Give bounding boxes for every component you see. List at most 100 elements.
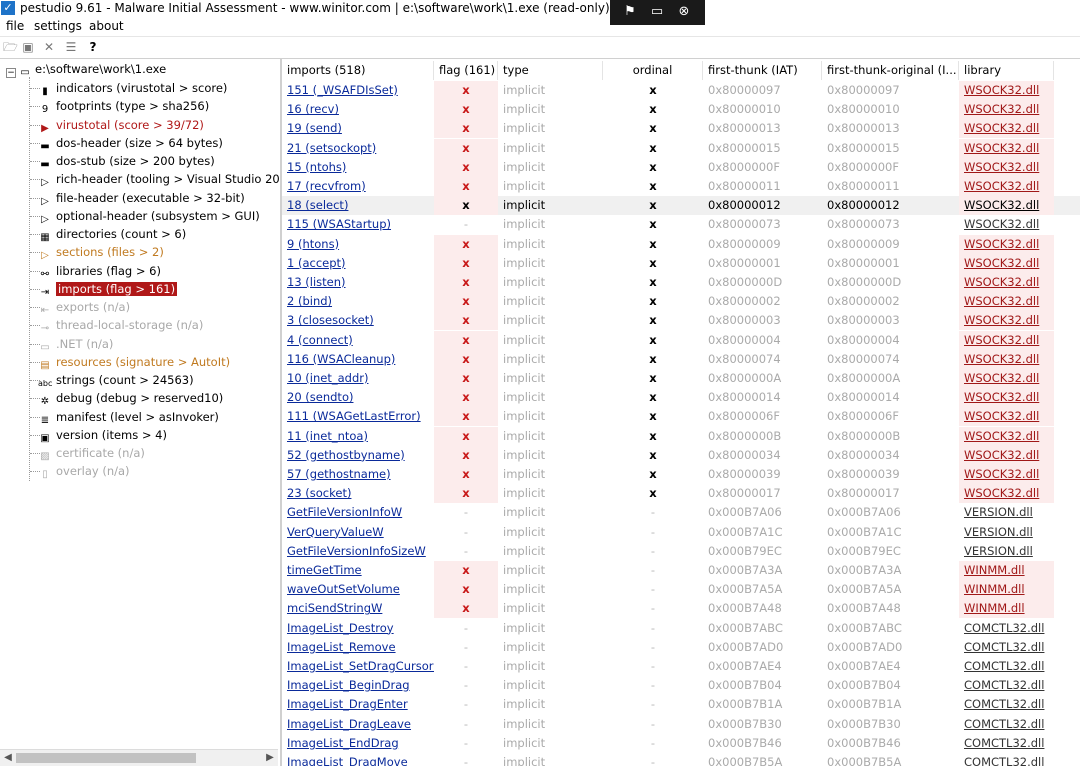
library-link[interactable]: WSOCK32.dll	[959, 81, 1054, 100]
table-row[interactable]: 151 (_WSAFDIsSet) x implicit x 0x80000097 0x8…	[282, 81, 1080, 100]
table-row[interactable]: VerQueryValueW - implicit - 0x000B7A1C 0x000B…	[282, 523, 1080, 542]
import-name-link[interactable]: 9 (htons)	[282, 235, 434, 254]
import-name-link[interactable]: 57 (gethostname)	[282, 465, 434, 484]
tree-item[interactable]: ▦ directories (count > 6)	[38, 225, 186, 243]
table-row[interactable]: GetFileVersionInfoW - implicit - 0x000B7A06 0…	[282, 503, 1080, 522]
table-row[interactable]: 9 (htons) x implicit x 0x80000009 0x80000009 W…	[282, 234, 1080, 254]
library-link[interactable]: VERSION.dll	[959, 503, 1054, 522]
tree-item[interactable]: ▣ version (items > 4)	[38, 426, 167, 444]
tree-item[interactable]: ✲ debug (debug > reserved10)	[38, 389, 223, 407]
header-first-thunk[interactable]: first-thunk (IAT)	[703, 61, 822, 80]
import-name-link[interactable]: 19 (send)	[282, 119, 434, 138]
table-row[interactable]: ImageList_DragLeave - implicit - 0x000B7B30 0…	[282, 715, 1080, 734]
tree-item[interactable]: 9 footprints (type > sha256)	[38, 97, 209, 115]
tree-item[interactable]: ▶ virustotal (score > 39/72)	[38, 116, 204, 134]
open-folder-icon[interactable]: 🗁	[3, 40, 18, 54]
table-row[interactable]: 111 (WSAGetLastError) x implicit x 0x8000006…	[282, 407, 1080, 427]
import-name-link[interactable]: ImageList_SetDragCursorI...	[282, 657, 434, 676]
library-link[interactable]: VERSION.dll	[959, 542, 1054, 561]
import-name-link[interactable]: 11 (inet_ntoa)	[282, 427, 434, 446]
library-link[interactable]: WSOCK32.dll	[959, 119, 1054, 139]
tree-item[interactable]: ▮ indicators (virustotal > score)	[38, 79, 227, 97]
import-name-link[interactable]: ImageList_DragMove	[282, 753, 434, 766]
table-row[interactable]: GetFileVersionInfoSizeW - implicit - 0x000B7…	[282, 542, 1080, 561]
library-link[interactable]: WSOCK32.dll	[959, 388, 1054, 408]
table-row[interactable]: 10 (inet_addr) x implicit x 0x8000000A 0x8000…	[282, 369, 1080, 388]
table-row[interactable]: timeGetTime x implicit - 0x000B7A3A 0x000B7A3…	[282, 561, 1080, 580]
table-row[interactable]: 19 (send) x implicit x 0x80000013 0x80000013 W…	[282, 119, 1080, 139]
import-name-link[interactable]: ImageList_EndDrag	[282, 734, 434, 753]
import-name-link[interactable]: 4 (connect)	[282, 331, 434, 350]
import-name-link[interactable]: 20 (sendto)	[282, 388, 434, 407]
library-link[interactable]: COMCTL32.dll	[959, 695, 1054, 714]
tree-item[interactable]: ▨ certificate (n/a)	[38, 444, 145, 462]
table-row[interactable]: 3 (closesocket) x implicit x 0x80000003 0x800…	[282, 311, 1080, 331]
library-link[interactable]: WSOCK32.dll	[959, 445, 1054, 465]
tree-item[interactable]: ▤ resources (signature > AutoIt)	[38, 353, 230, 371]
tree-item[interactable]: ▷ file-header (executable > 32-bit)	[38, 189, 245, 207]
tree-item[interactable]: ⊸ thread-local-storage (n/a)	[38, 316, 204, 334]
table-row[interactable]: ImageList_BeginDrag - implicit - 0x000B7B04 0…	[282, 676, 1080, 695]
import-name-link[interactable]: waveOutSetVolume	[282, 580, 434, 599]
table-row[interactable]: ImageList_Destroy - implicit - 0x000B7ABC 0x0…	[282, 619, 1080, 638]
import-name-link[interactable]: 18 (select)	[282, 196, 434, 215]
tree-item[interactable]: ▷ rich-header (tooling > Visual Studio 20…	[38, 170, 280, 188]
table-row[interactable]: ImageList_EndDrag - implicit - 0x000B7B46 0x0…	[282, 734, 1080, 753]
import-name-link[interactable]: timeGetTime	[282, 561, 434, 580]
table-row[interactable]: 4 (connect) x implicit x 0x80000004 0x8000000…	[282, 330, 1080, 350]
import-name-link[interactable]: ImageList_BeginDrag	[282, 676, 434, 695]
library-link[interactable]: WSOCK32.dll	[959, 177, 1054, 196]
table-row[interactable]: 57 (gethostname) x implicit x 0x80000039 0x80…	[282, 465, 1080, 484]
import-name-link[interactable]: GetFileVersionInfoSizeW	[282, 542, 434, 561]
import-name-link[interactable]: ImageList_Destroy	[282, 619, 434, 638]
import-name-link[interactable]: 13 (listen)	[282, 273, 434, 292]
library-link[interactable]: WSOCK32.dll	[959, 407, 1054, 427]
save-icon[interactable]: ▣	[21, 40, 35, 54]
tree-item[interactable]: ▷ sections (files > 2)	[38, 243, 164, 261]
menu-settings[interactable]: settings	[34, 19, 82, 33]
import-name-link[interactable]: 23 (socket)	[282, 484, 434, 503]
help-icon[interactable]: ?	[86, 40, 100, 54]
library-link[interactable]: WSOCK32.dll	[959, 196, 1054, 216]
table-row[interactable]: 2 (bind) x implicit x 0x80000002 0x80000002 WS…	[282, 292, 1080, 312]
library-link[interactable]: COMCTL32.dll	[959, 715, 1054, 734]
library-link[interactable]: WINMM.dll	[959, 599, 1054, 619]
library-link[interactable]: COMCTL32.dll	[959, 676, 1054, 695]
library-link[interactable]: WINMM.dll	[959, 580, 1054, 600]
library-link[interactable]: WSOCK32.dll	[959, 138, 1054, 158]
import-name-link[interactable]: VerQueryValueW	[282, 523, 434, 542]
library-link[interactable]: WSOCK32.dll	[959, 253, 1054, 273]
table-row[interactable]: 16 (recv) x implicit x 0x80000010 0x80000010 W…	[282, 100, 1080, 120]
header-type[interactable]: type	[498, 61, 603, 80]
import-name-link[interactable]: 17 (recvfrom)	[282, 177, 434, 196]
library-link[interactable]: WINMM.dll	[959, 561, 1054, 580]
header-library[interactable]: library	[959, 61, 1054, 80]
table-row[interactable]: 115 (WSAStartup) - implicit x 0x80000073 0x80…	[282, 215, 1080, 234]
table-row[interactable]: waveOutSetVolume x implicit - 0x000B7A5A 0x00…	[282, 580, 1080, 600]
table-row[interactable]: 15 (ntohs) x implicit x 0x8000000F 0x8000000F…	[282, 157, 1080, 177]
library-link[interactable]: WSOCK32.dll	[959, 292, 1054, 312]
tree-root[interactable]: − ▭ e:\software\work\1.exe	[6, 60, 166, 78]
collapse-icon[interactable]: −	[6, 68, 16, 78]
table-row[interactable]: 17 (recvfrom) x implicit x 0x80000011 0x80000…	[282, 177, 1080, 196]
tree-item[interactable]: ▬ dos-stub (size > 200 bytes)	[38, 152, 214, 170]
tree-item[interactable]: ⇤ exports (n/a)	[38, 298, 130, 316]
tree-item[interactable]: ≣ manifest (level > asInvoker)	[38, 408, 219, 426]
import-name-link[interactable]: 21 (setsockopt)	[282, 139, 434, 158]
table-row[interactable]: 18 (select) x implicit x 0x80000012 0x8000001…	[282, 196, 1080, 216]
scroll-right-icon[interactable]: ▶	[263, 750, 277, 766]
header-imports[interactable]: imports (518)	[282, 61, 434, 80]
list-icon[interactable]: ☰	[64, 40, 78, 54]
tree-item[interactable]: ▭ .NET (n/a)	[38, 335, 113, 353]
import-name-link[interactable]: mciSendStringW	[282, 599, 434, 618]
import-name-link[interactable]: 52 (gethostbyname)	[282, 446, 434, 465]
table-row[interactable]: ImageList_DragMove - implicit - 0x000B7B5A 0x…	[282, 753, 1080, 766]
import-name-link[interactable]: GetFileVersionInfoW	[282, 503, 434, 522]
library-link[interactable]: WSOCK32.dll	[959, 465, 1054, 484]
table-row[interactable]: 20 (sendto) x implicit x 0x80000014 0x8000001…	[282, 388, 1080, 408]
scrollbar-thumb[interactable]	[16, 753, 196, 763]
table-row[interactable]: 1 (accept) x implicit x 0x80000001 0x80000001…	[282, 253, 1080, 273]
library-link[interactable]: WSOCK32.dll	[959, 100, 1054, 120]
import-name-link[interactable]: 15 (ntohs)	[282, 158, 434, 177]
header-flag[interactable]: flag (161)	[434, 61, 498, 80]
